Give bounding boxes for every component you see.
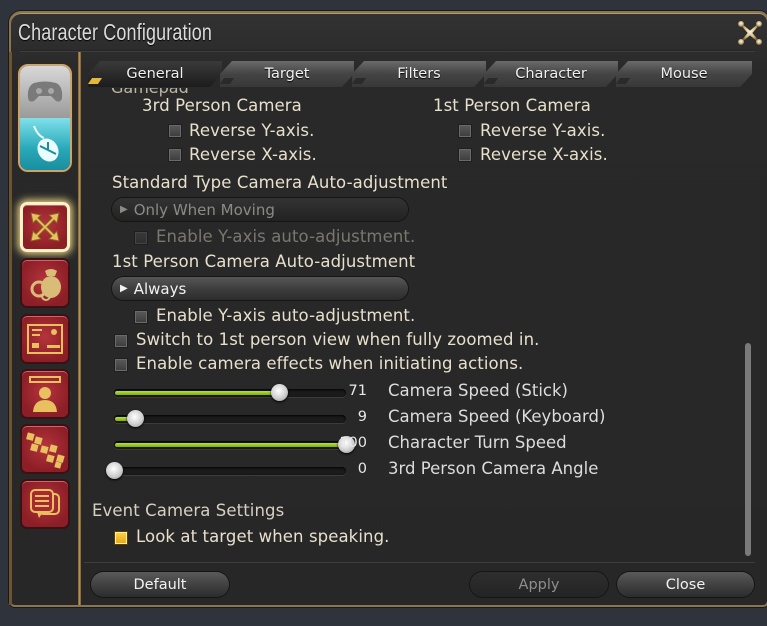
slider-label: 3rd Person Camera Angle xyxy=(388,459,599,478)
tab-indicator xyxy=(616,78,630,84)
dropdown-value: Only When Moving xyxy=(133,200,275,219)
close-icon xyxy=(738,21,762,45)
standard-auto-adjust-heading: Standard Type Camera Auto-adjustment xyxy=(112,173,448,192)
scrollbar-thumb[interactable] xyxy=(745,343,751,556)
camera-effects-checkbox[interactable] xyxy=(114,358,128,372)
slider-track[interactable] xyxy=(114,436,355,453)
first-reverse-x-checkbox[interactable] xyxy=(458,148,472,162)
slider-label: Character Turn Speed xyxy=(388,433,567,452)
standard-y-axis-label: Enable Y-axis auto-adjustment. xyxy=(156,227,416,246)
switch-first-person-label: Switch to 1st person view when fully zoo… xyxy=(136,330,540,349)
tab-label: Filters xyxy=(397,66,441,82)
mouse-mode[interactable] xyxy=(20,118,70,170)
sidebar-item-camera[interactable] xyxy=(20,202,70,252)
event-camera-heading: Event Camera Settings xyxy=(92,501,285,520)
input-mode-toggle[interactable] xyxy=(18,64,72,172)
slider-fill xyxy=(115,443,345,447)
gamepad-mode[interactable] xyxy=(20,66,70,118)
tab-label: Mouse xyxy=(660,66,708,82)
first-auto-adjust-dropdown[interactable]: ▶ Always xyxy=(112,277,408,300)
tab-indicator xyxy=(352,78,366,84)
window-title: Character Configuration xyxy=(18,19,213,45)
item-bag-gears-icon xyxy=(30,269,61,301)
tab-character[interactable]: Character xyxy=(484,61,618,87)
sidebar-item-items[interactable] xyxy=(20,258,70,308)
slider-value: 9 xyxy=(357,409,367,425)
tab-label: Character xyxy=(515,66,587,82)
first-y-axis-label: Enable Y-axis auto-adjustment. xyxy=(156,306,416,325)
camera-effects-label: Enable camera effects when initiating ac… xyxy=(136,354,524,373)
first-person-camera-heading: 1st Person Camera xyxy=(433,96,591,115)
close-button[interactable]: Close xyxy=(617,572,754,597)
sidebar-item-chain[interactable] xyxy=(20,424,70,474)
slider-track[interactable] xyxy=(114,410,346,427)
first-y-axis-checkbox[interactable] xyxy=(134,310,148,324)
third-reverse-y-checkbox[interactable] xyxy=(168,124,182,138)
third-reverse-y-label: Reverse Y-axis. xyxy=(189,121,315,140)
character-profile-icon xyxy=(29,376,61,412)
first-reverse-x-label: Reverse X-axis. xyxy=(480,145,608,164)
apply-button[interactable]: Apply xyxy=(470,572,608,597)
sidebar-item-chat[interactable] xyxy=(20,479,70,529)
tab-indicator xyxy=(88,78,102,84)
tab-indicator xyxy=(484,78,498,84)
slider-track[interactable] xyxy=(106,462,346,479)
first-reverse-y-label: Reverse Y-axis. xyxy=(480,121,606,140)
camera-move-arrows-icon xyxy=(30,212,60,242)
tab-mouse[interactable]: Mouse xyxy=(616,61,752,87)
tab-general[interactable]: General xyxy=(88,61,222,87)
sidebar-item-hud[interactable] xyxy=(20,314,70,364)
third-reverse-x-label: Reverse X-axis. xyxy=(189,145,317,164)
first-auto-adjust-heading: 1st Person Camera Auto-adjustment xyxy=(112,252,416,271)
sidebar-item-character[interactable] xyxy=(20,369,70,419)
switch-first-person-checkbox[interactable] xyxy=(114,334,128,348)
slider-thumb[interactable] xyxy=(126,410,144,427)
slider-value: 0 xyxy=(357,461,367,477)
slider-value: 71 xyxy=(348,383,367,399)
title-divider xyxy=(20,50,755,52)
dropdown-arrow-icon: ▶ xyxy=(120,283,128,294)
first-reverse-y-checkbox[interactable] xyxy=(458,124,472,138)
close-window-button[interactable] xyxy=(737,20,763,46)
chain-links-icon xyxy=(26,432,65,469)
slider-fill xyxy=(115,391,279,395)
slider-label: Camera Speed (Stick) xyxy=(388,381,568,400)
tab-label: General xyxy=(126,66,184,82)
sidebar-left-border xyxy=(9,52,12,605)
tab-filters[interactable]: Filters xyxy=(352,61,486,87)
slider-thumb[interactable] xyxy=(270,384,288,401)
slider-value: 100 xyxy=(339,435,367,451)
third-person-camera-heading: 3rd Person Camera xyxy=(142,96,302,115)
standard-y-axis-checkbox[interactable] xyxy=(134,231,148,245)
sidebar-divider xyxy=(78,52,81,605)
dropdown-arrow-icon: ▶ xyxy=(120,204,128,215)
look-at-target-label: Look at target when speaking. xyxy=(136,527,390,546)
settings-panel: Gamepad 3rd Person Camera Reverse Y-axis… xyxy=(84,88,744,558)
standard-auto-adjust-dropdown[interactable]: ▶ Only When Moving xyxy=(112,198,408,221)
slider-thumb[interactable] xyxy=(106,462,123,479)
tab-label: Target xyxy=(264,66,310,82)
mouse-icon xyxy=(33,125,59,162)
look-at-target-checkbox[interactable] xyxy=(114,531,128,545)
gamepad-icon xyxy=(27,81,63,102)
tab-target[interactable]: Target xyxy=(220,61,354,87)
slider-track[interactable] xyxy=(114,384,346,401)
slider-label: Camera Speed (Keyboard) xyxy=(388,407,606,426)
tab-indicator xyxy=(220,78,234,84)
chat-bubbles-icon xyxy=(30,489,60,518)
default-button[interactable]: Default xyxy=(91,572,229,597)
footer-divider xyxy=(84,561,755,563)
dropdown-value: Always xyxy=(133,279,187,298)
id-card-icon xyxy=(27,324,63,354)
third-reverse-x-checkbox[interactable] xyxy=(168,148,182,162)
